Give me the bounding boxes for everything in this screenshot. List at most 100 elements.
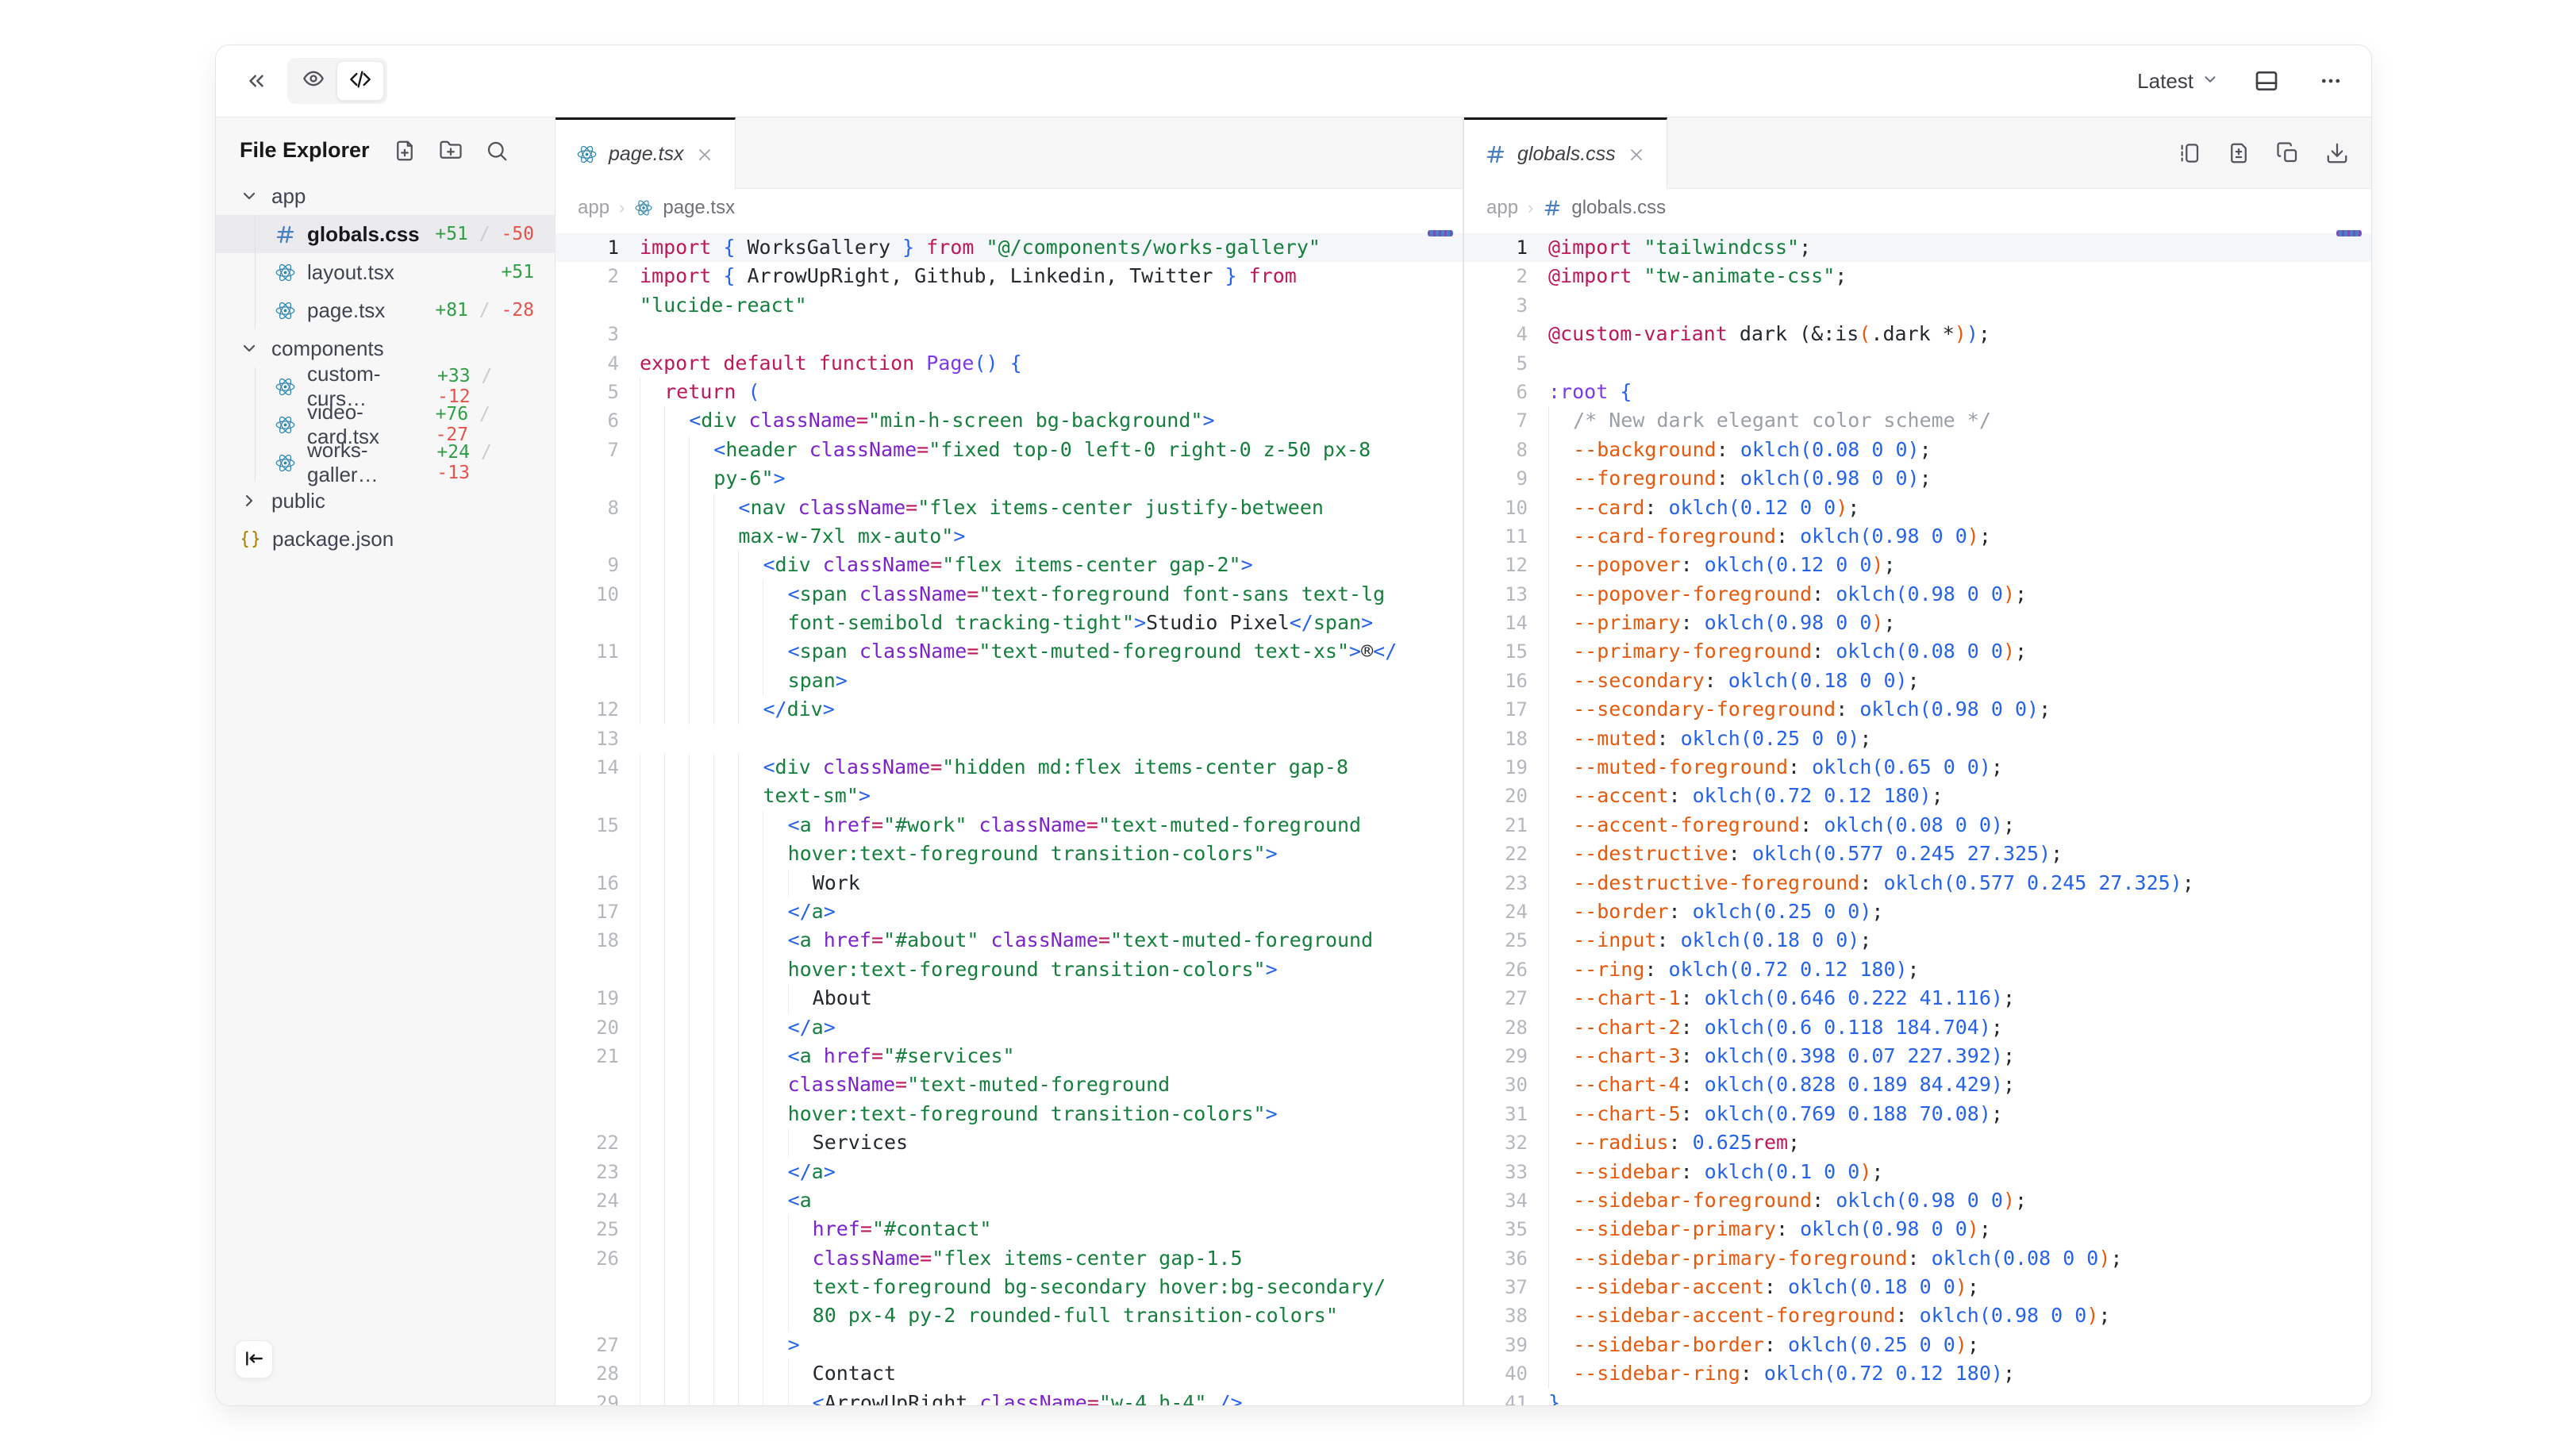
scroll-indicator[interactable] <box>2336 230 2362 236</box>
line-number: 1 <box>556 233 619 262</box>
code-line: max-w-7xl mx-auto"> <box>556 522 1463 551</box>
tree-item-label: app <box>271 184 306 209</box>
react-icon <box>275 300 296 321</box>
new-folder-button[interactable] <box>439 139 463 163</box>
file-diff-button[interactable] <box>2227 141 2251 165</box>
line-number: 19 <box>556 984 619 1013</box>
code-line: 26className="flex items-center gap-1.5 <box>556 1244 1463 1273</box>
code-line: 4export default function Page() { <box>556 349 1463 378</box>
collapse-sidebar-button[interactable] <box>235 1340 273 1378</box>
code-line: 22--destructive: oklch(0.577 0.245 27.32… <box>1464 840 2371 868</box>
tab-globals-css[interactable]: globals.css <box>1464 117 1667 189</box>
code-editor-globals-css[interactable]: 1@import "tailwindcss";2@import "tw-anim… <box>1464 227 2371 1405</box>
code-line: 40--sidebar-ring: oklch(0.72 0.12 180); <box>1464 1359 2371 1388</box>
code-line: hover:text-foreground transition-colors"… <box>556 840 1463 868</box>
code-line: 37--sidebar-accent: oklch(0.18 0 0); <box>1464 1273 2371 1301</box>
hash-icon <box>275 224 296 245</box>
line-number: 28 <box>556 1359 619 1388</box>
line-number: 4 <box>556 349 619 378</box>
code-line: 18<a href="#about" className="text-muted… <box>556 926 1463 955</box>
code-line: 25--input: oklch(0.18 0 0); <box>1464 926 2371 955</box>
download-button[interactable] <box>2325 141 2349 165</box>
line-number: 21 <box>556 1042 619 1070</box>
code-line: 21<a href="#services" <box>556 1042 1463 1070</box>
line-number: 25 <box>1464 926 1528 955</box>
version-selector[interactable]: Latest <box>2137 69 2219 94</box>
close-tab-icon[interactable] <box>1627 145 1646 164</box>
code-line: 3 <box>556 320 1463 348</box>
code-line: 27--chart-1: oklch(0.646 0.222 41.116); <box>1464 984 2371 1013</box>
code-line: 2@import "tw-animate-css"; <box>1464 262 2371 290</box>
tree-folder-public[interactable]: public <box>216 482 555 520</box>
breadcrumb[interactable]: app › page.tsx <box>556 189 1463 227</box>
diff-stats: +76 / -27 <box>436 404 555 445</box>
copy-button[interactable] <box>2276 141 2300 165</box>
tree-file-layout.tsx[interactable]: layout.tsx+51 <box>216 253 555 291</box>
line-number: 27 <box>556 1331 619 1359</box>
chevron-right-icon: › <box>619 198 625 218</box>
line-number: 2 <box>1464 262 1528 290</box>
code-line: 12--popover: oklch(0.12 0 0); <box>1464 551 2371 579</box>
code-line: 17</a> <box>556 897 1463 926</box>
diff-stats: +51 <box>501 262 555 282</box>
breadcrumb[interactable]: app › globals.css <box>1464 189 2371 227</box>
tree-item-label: page.tsx <box>307 298 385 323</box>
tree-file-package.json[interactable]: package.json <box>216 520 555 558</box>
code-line: 1@import "tailwindcss"; <box>1464 233 2371 262</box>
line-number <box>556 609 619 637</box>
line-number: 14 <box>1464 609 1528 637</box>
code-line: 26--ring: oklch(0.72 0.12 180); <box>1464 955 2371 984</box>
code-line: 13 <box>556 724 1463 753</box>
code-line: 14--primary: oklch(0.98 0 0); <box>1464 609 2371 637</box>
line-number: 15 <box>1464 637 1528 666</box>
code-line: 3 <box>1464 291 2371 320</box>
split-editor-button[interactable] <box>2178 141 2201 165</box>
close-tab-icon[interactable] <box>695 145 714 164</box>
react-icon <box>275 452 296 474</box>
code-line: 5 <box>1464 349 2371 378</box>
line-number: 27 <box>1464 984 1528 1013</box>
code-line: 7/* New dark elegant color scheme */ <box>1464 406 2371 435</box>
app-window: Latest <box>215 44 2372 1406</box>
view-toggle <box>287 58 387 104</box>
line-number <box>556 840 619 868</box>
code-line: 11<span className="text-muted-foreground… <box>556 637 1463 666</box>
code-line: 5return ( <box>556 378 1463 406</box>
code-toggle-button[interactable] <box>336 61 384 101</box>
tree-folder-app[interactable]: app <box>216 177 555 215</box>
download-icon <box>2325 141 2349 165</box>
line-number: 40 <box>1464 1359 1528 1388</box>
line-number <box>556 291 619 320</box>
search-files-button[interactable] <box>485 139 509 163</box>
code-line: 18--muted: oklch(0.25 0 0); <box>1464 724 2371 753</box>
scroll-indicator[interactable] <box>1428 230 1453 236</box>
new-file-button[interactable] <box>393 139 417 163</box>
collapse-panel-button[interactable] <box>240 64 273 98</box>
tab-page-tsx[interactable]: page.tsx <box>556 117 736 189</box>
search-icon <box>485 139 509 163</box>
tree-file-page.tsx[interactable]: page.tsx+81 / -28 <box>216 291 555 329</box>
code-line: 10<span className="text-foreground font-… <box>556 580 1463 609</box>
line-number <box>556 667 619 695</box>
file-explorer-header: File Explorer <box>216 117 555 177</box>
code-line: 29--chart-3: oklch(0.398 0.07 227.392); <box>1464 1042 2371 1070</box>
code-line: 22Services <box>556 1128 1463 1157</box>
line-number: 11 <box>556 637 619 666</box>
code-line: text-foreground bg-secondary hover:bg-se… <box>556 1273 1463 1301</box>
preview-toggle-button[interactable] <box>290 61 336 99</box>
line-number: 12 <box>556 695 619 724</box>
hash-icon <box>1485 144 1506 165</box>
line-number: 22 <box>556 1128 619 1157</box>
line-number: 6 <box>556 406 619 435</box>
line-number: 24 <box>556 1186 619 1215</box>
code-line: 1import { WorksGallery } from "@/compone… <box>556 233 1463 262</box>
more-options-button[interactable] <box>2314 64 2347 98</box>
line-number: 18 <box>556 926 619 955</box>
chevron-down-icon <box>240 338 260 359</box>
code-editor-page-tsx[interactable]: 1import { WorksGallery } from "@/compone… <box>556 227 1463 1405</box>
tree-file-globals.css[interactable]: globals.css+51 / -50 <box>216 215 555 253</box>
tree-file-works-galler-[interactable]: works-galler…+24 / -13 <box>216 444 555 482</box>
panel-bottom-button[interactable] <box>2249 63 2284 98</box>
line-number: 10 <box>556 580 619 609</box>
code-line: 9--foreground: oklch(0.98 0 0); <box>1464 464 2371 493</box>
